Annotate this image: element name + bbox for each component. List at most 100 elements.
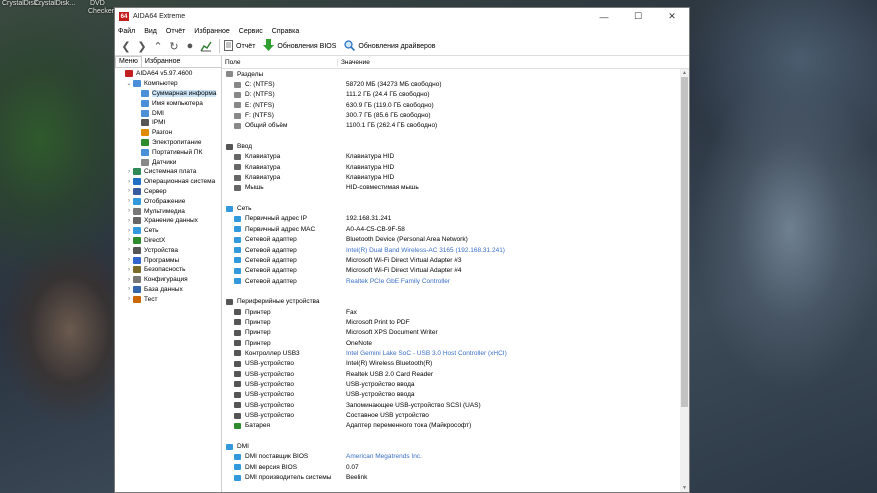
table-row[interactable]: Мышь HID-совместимая мышь — [222, 183, 679, 193]
value-link[interactable]: Intel Gemini Lake SoC - USB 3.0 Host Con… — [346, 350, 679, 357]
table-row[interactable]: Первичный адрес MAC A0-A4-C5-CB-9F-58 — [222, 224, 679, 234]
menu-item[interactable]: Справка — [272, 28, 299, 35]
table-row[interactable]: USB-устройство USB-устройство ввода — [222, 390, 679, 400]
table-row[interactable]: Общий объём 1100.1 ГБ (262.4 ГБ свободно) — [222, 121, 679, 131]
tree-item[interactable]: › Программы — [115, 255, 221, 265]
tree-item[interactable]: ⌄ Компьютер — [115, 79, 221, 89]
expand-chevron-icon[interactable]: › — [125, 277, 133, 283]
desktop-icon-label[interactable]: DVD — [90, 0, 105, 7]
column-value-header[interactable]: Значение — [337, 58, 370, 66]
tree-item[interactable]: › Безопасность — [115, 265, 221, 275]
table-row[interactable]: Контроллер USB3 Intel Gemini Lake SoC - U… — [222, 348, 679, 358]
tree-item[interactable]: › Тест — [115, 294, 221, 304]
tree-item[interactable]: › Мультимедиа — [115, 206, 221, 216]
table-row[interactable]: D: (NTFS) 111.2 ГБ (24.4 ГБ свободно) — [222, 90, 679, 100]
tree-item[interactable]: Имя компьютера — [115, 98, 221, 108]
tree-item[interactable]: AIDA64 v5.97.4600 — [115, 69, 221, 79]
tree-item[interactable]: Суммарная информа — [115, 89, 221, 99]
section-header[interactable]: DMI — [222, 441, 679, 451]
vertical-scrollbar[interactable]: ▲ ▼ — [680, 69, 689, 492]
menu-item[interactable]: Вид — [144, 28, 157, 35]
tree-item[interactable]: Портативный ПК — [115, 147, 221, 157]
table-row[interactable]: Принтер Fax — [222, 307, 679, 317]
expand-chevron-icon[interactable]: › — [125, 267, 133, 273]
table-row[interactable]: DMI поставщик BIOS American Megatrends In… — [222, 452, 679, 462]
table-row[interactable]: Принтер Microsoft Print to PDF — [222, 317, 679, 327]
table-row[interactable]: Сетевой адаптер Microsoft Wi-Fi Direct Vi… — [222, 255, 679, 265]
chart-icon[interactable] — [199, 39, 213, 53]
table-row[interactable]: Сетевой адаптер Intel(R) Dual Band Wirele… — [222, 245, 679, 255]
maximize-button[interactable]: ☐ — [621, 8, 655, 25]
desktop-icon-label[interactable]: Checker — [88, 8, 114, 15]
driver-update-button[interactable]: Обновления драйверов — [344, 39, 436, 53]
value-link[interactable]: Realtek PCIe GbE Family Controller — [346, 278, 679, 285]
tree-item[interactable]: › Сервер — [115, 187, 221, 197]
tree-item[interactable]: › Системная плата — [115, 167, 221, 177]
bios-update-button[interactable]: Обновления BIOS — [263, 39, 336, 53]
section-header[interactable]: Сеть — [222, 203, 679, 213]
menu-item[interactable]: Сервис — [239, 28, 263, 35]
expand-chevron-icon[interactable]: › — [125, 208, 133, 214]
expand-chevron-icon[interactable]: › — [125, 218, 133, 224]
table-row[interactable]: F: (NTFS) 300.7 ГБ (85.6 ГБ свободно) — [222, 110, 679, 120]
tree-item[interactable]: IPMI — [115, 118, 221, 128]
column-field-header[interactable]: Поле — [222, 59, 337, 66]
table-row[interactable]: USB-устройство Запоминающее USB-устройств… — [222, 400, 679, 410]
section-header[interactable]: Разделы — [222, 69, 679, 79]
tree-item[interactable]: › Конфигурация — [115, 275, 221, 285]
table-row[interactable]: Клавиатура Клавиатура HID — [222, 152, 679, 162]
expand-chevron-icon[interactable]: › — [125, 237, 133, 243]
expand-chevron-icon[interactable]: › — [125, 179, 133, 185]
value-link[interactable]: Intel(R) Dual Band Wireless-AC 3165 (192… — [346, 247, 679, 254]
menu-item[interactable]: Отчёт — [166, 28, 185, 35]
scroll-down-icon[interactable]: ▼ — [680, 484, 689, 492]
tab-menu[interactable]: Меню — [115, 56, 142, 67]
expand-chevron-icon[interactable]: › — [125, 247, 133, 253]
tree-item[interactable]: Датчики — [115, 157, 221, 167]
tree-item[interactable]: › DirectX — [115, 236, 221, 246]
refresh-icon[interactable]: ↻ — [167, 39, 181, 53]
tree-item[interactable]: › База данных — [115, 285, 221, 295]
table-row[interactable]: Принтер OneNote — [222, 338, 679, 348]
table-row[interactable]: Принтер Microsoft XPS Document Writer — [222, 328, 679, 338]
table-row[interactable]: Клавиатура Клавиатура HID — [222, 172, 679, 182]
tree-item[interactable]: › Операционная система — [115, 177, 221, 187]
minimize-button[interactable]: — — [587, 8, 621, 25]
tree-item[interactable]: › Сеть — [115, 226, 221, 236]
table-row[interactable]: Сетевой адаптер Realtek PCIe GbE Family C… — [222, 276, 679, 286]
title-bar[interactable]: 64 AIDA64 Extreme — ☐ ✕ — [115, 8, 689, 25]
desktop-icon-label[interactable]: CrystalDisk... — [34, 0, 75, 7]
table-row[interactable]: USB-устройство Realtek USB 2.0 Card Reade… — [222, 369, 679, 379]
table-row[interactable]: USB-устройство USB-устройство ввода — [222, 379, 679, 389]
expand-chevron-icon[interactable]: › — [125, 169, 133, 175]
table-row[interactable]: E: (NTFS) 630.9 ГБ (119.0 ГБ свободно) — [222, 100, 679, 110]
report-button[interactable]: Отчёт — [224, 39, 255, 53]
table-row[interactable]: USB-устройство Составное USB устройство — [222, 410, 679, 420]
table-row[interactable]: Батарея Адаптер переменного тока (Майкрос… — [222, 421, 679, 431]
tree-item[interactable]: › Отображение — [115, 196, 221, 206]
section-header[interactable]: Ввод — [222, 141, 679, 151]
table-row[interactable]: Сетевой адаптер Microsoft Wi-Fi Direct Vi… — [222, 266, 679, 276]
forward-arrow-icon[interactable]: ❯ — [135, 39, 149, 53]
table-row[interactable]: C: (NTFS) 58720 МБ (34273 МБ свободно) — [222, 79, 679, 89]
menu-item[interactable]: Файл — [118, 28, 135, 35]
tree-item[interactable]: Электропитание — [115, 138, 221, 148]
expand-chevron-icon[interactable]: › — [125, 188, 133, 194]
tab-favorites[interactable]: Избранное — [142, 57, 183, 67]
table-row[interactable]: USB-устройство Intel(R) Wireless Bluetoot… — [222, 359, 679, 369]
close-button[interactable]: ✕ — [655, 8, 689, 25]
back-arrow-icon[interactable]: ❮ — [119, 39, 133, 53]
table-row[interactable]: Клавиатура Клавиатура HID — [222, 162, 679, 172]
table-row[interactable]: Сетевой адаптер Bluetooth Device (Persona… — [222, 235, 679, 245]
table-row[interactable]: Первичный адрес IP 192.168.31.241 — [222, 214, 679, 224]
table-row[interactable]: DMI производитель системы Beelink — [222, 472, 679, 482]
expand-chevron-icon[interactable]: › — [125, 286, 133, 292]
expand-chevron-icon[interactable]: › — [125, 198, 133, 204]
expand-chevron-icon[interactable]: › — [125, 228, 133, 234]
user-icon[interactable]: ● — [183, 39, 197, 53]
tree-item[interactable]: › Устройства — [115, 245, 221, 255]
menu-item[interactable]: Избранное — [194, 28, 229, 35]
tree-item[interactable]: › Хранение данных — [115, 216, 221, 226]
scrollbar-thumb[interactable] — [681, 77, 688, 407]
value-link[interactable]: American Megatrends Inc. — [346, 453, 679, 460]
